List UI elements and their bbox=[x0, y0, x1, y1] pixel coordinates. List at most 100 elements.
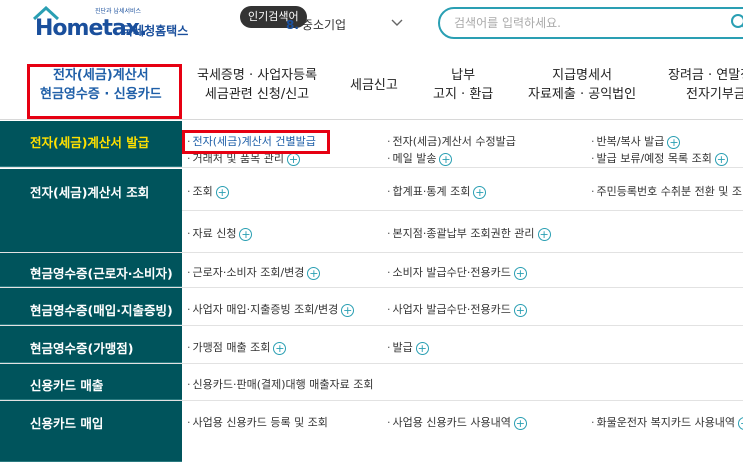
link-business-expense[interactable]: · 사업자 매입·지출증빙 조회/변경 + bbox=[187, 301, 355, 317]
plus-icon[interactable]: + bbox=[341, 303, 355, 317]
bullet-dot: · bbox=[187, 185, 191, 198]
link-text: 가맹점 매출 조회 bbox=[192, 341, 271, 354]
link-inquiry[interactable]: · 조회 + bbox=[187, 183, 229, 199]
plus-icon[interactable]: + bbox=[513, 303, 527, 317]
link-merchant-sales[interactable]: · 가맹점 매출 조회 + bbox=[187, 339, 287, 355]
bullet-dot: · bbox=[387, 185, 391, 198]
bullet-dot: · bbox=[187, 416, 191, 429]
bullet-dot: · bbox=[387, 416, 391, 429]
search-input[interactable] bbox=[454, 14, 714, 32]
link-business-card[interactable]: · 사업자 발급수단·전용카드 + bbox=[387, 301, 527, 317]
plus-icon[interactable]: + bbox=[714, 152, 728, 166]
plus-icon[interactable]: + bbox=[667, 135, 681, 149]
plus-icon[interactable]: + bbox=[286, 152, 300, 166]
plus-icon[interactable]: + bbox=[513, 416, 527, 430]
plus-icon[interactable]: + bbox=[415, 341, 429, 355]
bullet-dot: · bbox=[187, 227, 191, 240]
link-mail-send[interactable]: · 메일 발송 + bbox=[387, 150, 453, 166]
nav-label-line1: 전자(세금)계산서 bbox=[53, 68, 149, 83]
bullet-dot: · bbox=[187, 378, 191, 391]
bullet-dot: · bbox=[187, 266, 191, 279]
plus-icon[interactable]: + bbox=[513, 266, 527, 280]
bullet-dot: · bbox=[187, 135, 191, 148]
row-label-issue[interactable]: 전자(세금)계산서 발급 bbox=[0, 121, 182, 167]
link-text: 소비자 발급수단·전용카드 bbox=[392, 266, 511, 279]
chevron-down-icon[interactable] bbox=[390, 15, 404, 29]
link-text: 발급 보류/예정 목록 조회 bbox=[596, 152, 712, 165]
popular-rank: 8. bbox=[286, 18, 299, 32]
nav-payment[interactable]: 납부 고지 · 환급 bbox=[433, 66, 493, 104]
row-label-cash-merchant[interactable]: 현금영수증(가맹점) bbox=[0, 326, 182, 363]
row-label-text: 신용카드 매출 bbox=[30, 378, 104, 393]
menu-row-inquiry-a: 전자(세금)계산서 조회 · 조회 + · 합계표·통계 조회 + · 주민등록번호 수취… bbox=[0, 169, 743, 253]
link-text: 합계표·통계 조회 bbox=[392, 185, 471, 198]
link-rrn-convert[interactable]: · 주민등록번호 수취분 전환 및 조 bbox=[591, 183, 742, 199]
bullet-dot: · bbox=[591, 152, 595, 165]
plus-icon[interactable]: + bbox=[439, 152, 453, 166]
link-freight-card-usage[interactable]: ·화물운전자 복지카드 사용내역+ bbox=[591, 414, 743, 430]
bullet-dot: · bbox=[387, 135, 391, 148]
nav-e-tax-invoice[interactable]: 전자(세금)계산서 현금영수증 · 신용카드 bbox=[40, 66, 162, 104]
plus-icon[interactable]: + bbox=[273, 341, 287, 355]
row-label-card-purchase[interactable]: 신용카드 매입 bbox=[0, 401, 182, 462]
link-card-sales-data[interactable]: · 신용카드·판매(결제)대행 매출자료 조회 bbox=[187, 376, 374, 392]
nav-tax-certificate[interactable]: 국세증명 · 사업자등록 세금관련 신청/신고 bbox=[197, 66, 317, 104]
bullet-dot: · bbox=[187, 303, 191, 316]
link-text: 사업자 발급수단·전용카드 bbox=[392, 303, 511, 316]
link-text: 사업자 매입·지출증빙 조회/변경 bbox=[192, 303, 339, 316]
row-label-cash-expense[interactable]: 현금영수증(매입·지출증빙) bbox=[0, 288, 182, 325]
link-text: 거래처 및 품목 관리 bbox=[192, 152, 284, 165]
bullet-dot: · bbox=[387, 303, 391, 316]
link-consumer-inquiry[interactable]: · 근로자·소비자 조회/변경 + bbox=[187, 264, 321, 280]
link-text: 반복/복사 발급 bbox=[596, 135, 665, 148]
nav-tax-report[interactable]: 세금신고 bbox=[350, 76, 398, 95]
row-label-text: 현금영수증(근로자·소비자) bbox=[30, 266, 173, 281]
row-label-text: 현금영수증(매입·지출증빙) bbox=[30, 303, 173, 318]
link-merchant-issue[interactable]: · 발급 + bbox=[387, 339, 429, 355]
link-text: 신용카드·판매(결제)대행 매출자료 조회 bbox=[192, 378, 374, 391]
bullet-dot: · bbox=[187, 152, 191, 165]
link-repeat-issue[interactable]: · 반복/복사 발급 + bbox=[591, 133, 681, 149]
logo-prefix: Home bbox=[35, 16, 103, 41]
plus-icon[interactable]: + bbox=[473, 185, 487, 199]
row-label-cash-consumer[interactable]: 현금영수증(근로자·소비자) bbox=[0, 253, 182, 287]
mega-menu: 전자(세금)계산서 발급 · 전자(세금)계산서 건별발급 · 전자(세금)계산서 … bbox=[0, 121, 743, 462]
plus-icon[interactable]: + bbox=[738, 416, 743, 430]
nav-label-line2: 현금영수증 · 신용카드 bbox=[40, 87, 162, 102]
link-branch-permission[interactable]: · 본지점·종괄납부 조회권한 관리 + bbox=[387, 225, 551, 241]
link-text: 본지점·종괄납부 조회권한 관리 bbox=[392, 227, 535, 240]
link-revise-issue[interactable]: · 전자(세금)계산서 수정발급 bbox=[387, 133, 516, 149]
plus-icon[interactable]: + bbox=[537, 227, 551, 241]
logo-subtitle: 국세청홈택스 bbox=[122, 24, 189, 38]
link-consumer-card[interactable]: · 소비자 발급수단·전용카드 + bbox=[387, 264, 527, 280]
top-navigation: 전자(세금)계산서 현금영수증 · 신용카드 국세증명 · 사업자등록 세금관련… bbox=[0, 50, 743, 120]
popular-term-text: 중소기업 bbox=[301, 18, 347, 32]
row-label-card-sales[interactable]: 신용카드 매출 bbox=[0, 364, 182, 400]
menu-row-cash-merchant: 현금영수증(가맹점) · 가맹점 매출 조회 + · 발급 + bbox=[0, 326, 743, 364]
popular-search-term[interactable]: 8. 중소기업 bbox=[286, 16, 346, 33]
row-label-text: 전자(세금)계산서 조회 bbox=[30, 185, 150, 200]
link-business-card-register[interactable]: · 사업용 신용카드 등록 및 조회 bbox=[187, 414, 328, 430]
link-text: 발급 bbox=[392, 341, 413, 354]
row-label-text: 전자(세금)계산서 발급 bbox=[30, 135, 150, 150]
link-partner-manage[interactable]: · 거래처 및 품목 관리 + bbox=[187, 150, 300, 166]
link-text: 주민등록번호 수취분 전환 및 조 bbox=[596, 185, 743, 198]
link-text: 자료 신청 bbox=[192, 227, 237, 240]
nav-label-line1: 납부 bbox=[451, 68, 476, 83]
nav-payment-statement[interactable]: 지급명세서 자료제출 · 공익법인 bbox=[528, 66, 636, 104]
plus-icon[interactable]: + bbox=[307, 266, 321, 280]
menu-row-inquiry-b: · 자료 신청 + · 본지점·종괄납부 조회권한 관리 + bbox=[0, 211, 743, 253]
bullet-dot: · bbox=[591, 416, 595, 429]
plus-icon[interactable]: + bbox=[239, 227, 253, 241]
link-data-request[interactable]: · 자료 신청 + bbox=[187, 225, 253, 241]
link-business-card-usage[interactable]: · 사업용 신용카드 사용내역 + bbox=[387, 414, 527, 430]
link-summary-stats[interactable]: · 합계표·통계 조회 + bbox=[387, 183, 487, 199]
link-hold-list[interactable]: · 발급 보류/예정 목록 조회 + bbox=[591, 150, 728, 166]
plus-icon[interactable]: + bbox=[215, 185, 229, 199]
nav-incentive[interactable]: 장려금 · 연말정 전자기부금 bbox=[668, 66, 743, 104]
search-icon[interactable] bbox=[730, 13, 743, 33]
bullet-dot: · bbox=[387, 227, 391, 240]
link-single-issue[interactable]: · 전자(세금)계산서 건별발급 bbox=[187, 133, 316, 149]
menu-row-card-sales: 신용카드 매출 · 신용카드·판매(결제)대행 매출자료 조회 bbox=[0, 364, 743, 401]
link-text: 조회 bbox=[192, 185, 213, 198]
